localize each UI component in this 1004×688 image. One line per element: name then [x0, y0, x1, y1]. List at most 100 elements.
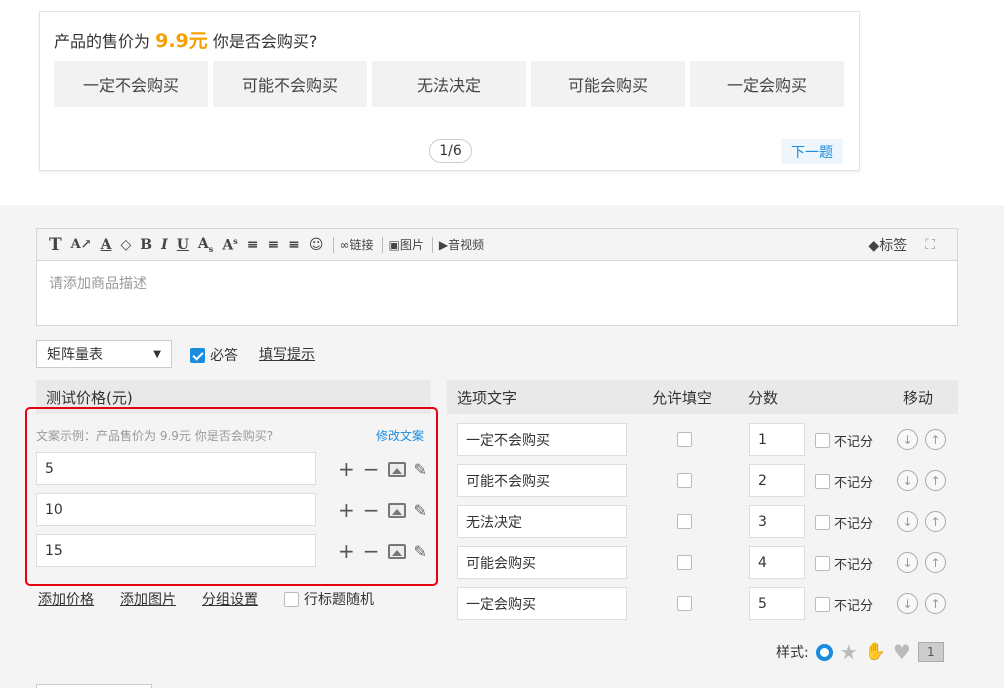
- allow-fill-checkbox[interactable]: [677, 596, 692, 611]
- radio-style-icon[interactable]: [815, 643, 833, 661]
- emoji-icon[interactable]: ☺: [309, 237, 324, 253]
- no-score-checkbox[interactable]: [815, 433, 830, 448]
- row-random-label: 行标题随机: [304, 592, 374, 608]
- required-checkbox[interactable]: [190, 347, 205, 363]
- no-score-group[interactable]: 不记分: [815, 595, 873, 614]
- row-random-group[interactable]: 行标题随机: [284, 589, 374, 609]
- highlight-icon[interactable]: ◇: [121, 237, 132, 253]
- font-color-icon[interactable]: A: [101, 237, 112, 253]
- font-size-icon[interactable]: A↗: [71, 237, 92, 252]
- option-text-input[interactable]: 可能会购买: [457, 546, 627, 579]
- next-field-stub: [36, 684, 152, 688]
- align-right-icon[interactable]: ≡: [288, 237, 300, 253]
- move-up-icon[interactable]: ↑: [925, 429, 946, 450]
- remove-row-icon[interactable]: −: [363, 539, 380, 563]
- underline-icon[interactable]: U: [177, 237, 189, 253]
- preview-option[interactable]: 可能不会购买: [213, 61, 367, 107]
- edit-copy-link[interactable]: 修改文案: [376, 427, 424, 444]
- image-icon[interactable]: [387, 502, 406, 518]
- add-row-icon[interactable]: +: [338, 539, 355, 563]
- question-title: 产品的售价为 9.9元 你是否会购买?: [54, 26, 317, 53]
- image-label: 图片: [399, 238, 424, 252]
- number-style-icon[interactable]: 1: [917, 642, 944, 662]
- preview-option[interactable]: 一定不会购买: [54, 61, 208, 107]
- score-input[interactable]: 3: [749, 505, 805, 538]
- tag-button[interactable]: ◆标签: [868, 235, 907, 255]
- required-checkbox-group[interactable]: 必答: [190, 345, 238, 365]
- price-row-tools: + − ✎: [338, 498, 427, 522]
- no-score-checkbox[interactable]: [815, 597, 830, 612]
- option-text-input[interactable]: 一定会购买: [457, 587, 627, 620]
- group-settings-link[interactable]: 分组设置: [202, 589, 258, 609]
- link-label: 链接: [349, 238, 374, 252]
- score-input[interactable]: 2: [749, 464, 805, 497]
- allow-fill-checkbox[interactable]: [677, 432, 692, 447]
- score-input[interactable]: 4: [749, 546, 805, 579]
- row-random-checkbox[interactable]: [284, 591, 299, 607]
- link-button[interactable]: ∞链接: [340, 236, 374, 253]
- edit-icon[interactable]: ✎: [414, 460, 427, 479]
- image-button[interactable]: ▣图片: [389, 236, 424, 253]
- video-button[interactable]: ▶音视频: [439, 236, 484, 253]
- preview-option[interactable]: 一定会购买: [690, 61, 844, 107]
- move-up-icon[interactable]: ↑: [925, 470, 946, 491]
- preview-option[interactable]: 无法决定: [372, 61, 526, 107]
- thumb-style-icon[interactable]: ✋: [865, 642, 886, 662]
- align-center-icon[interactable]: ≡: [267, 237, 279, 253]
- price-input[interactable]: 15: [36, 534, 316, 567]
- subscript-icon[interactable]: As: [198, 236, 213, 254]
- bold-icon[interactable]: B: [140, 237, 152, 253]
- align-left-icon[interactable]: ≡: [247, 237, 259, 253]
- superscript-icon[interactable]: As: [222, 236, 237, 254]
- move-down-icon[interactable]: ↓: [897, 511, 918, 532]
- add-row-icon[interactable]: +: [338, 457, 355, 481]
- remove-row-icon[interactable]: −: [363, 498, 380, 522]
- image-icon[interactable]: [387, 461, 406, 477]
- no-score-group[interactable]: 不记分: [815, 554, 873, 573]
- move-up-icon[interactable]: ↑: [925, 511, 946, 532]
- no-score-group[interactable]: 不记分: [815, 513, 873, 532]
- no-score-checkbox[interactable]: [815, 515, 830, 530]
- edit-icon[interactable]: ✎: [414, 501, 427, 520]
- tag-label: 标签: [879, 238, 908, 254]
- description-editor[interactable]: 请添加商品描述: [36, 261, 958, 326]
- allow-fill-checkbox[interactable]: [677, 514, 692, 529]
- next-question-button[interactable]: 下一题: [781, 139, 843, 164]
- allow-fill-checkbox[interactable]: [677, 555, 692, 570]
- add-price-link[interactable]: 添加价格: [38, 589, 94, 609]
- option-text-input[interactable]: 无法决定: [457, 505, 627, 538]
- fullscreen-icon[interactable]: ⛶: [925, 237, 935, 253]
- option-text-input[interactable]: 一定不会购买: [457, 423, 627, 456]
- score-input[interactable]: 1: [749, 423, 805, 456]
- move-down-icon[interactable]: ↓: [897, 429, 918, 450]
- image-icon[interactable]: [387, 543, 406, 559]
- text-format-icon[interactable]: T: [49, 235, 62, 255]
- price-input[interactable]: 5: [36, 452, 316, 485]
- link-icon: ∞: [339, 238, 350, 252]
- video-label: 音视频: [448, 238, 485, 252]
- question-type-select[interactable]: 矩阵量表 ▼: [36, 340, 172, 368]
- score-input[interactable]: 5: [749, 587, 805, 620]
- heart-style-icon[interactable]: ♥: [893, 640, 911, 664]
- fill-hint-link[interactable]: 填写提示: [259, 344, 315, 364]
- move-up-icon[interactable]: ↑: [925, 593, 946, 614]
- star-style-icon[interactable]: ★: [840, 640, 858, 664]
- move-down-icon[interactable]: ↓: [897, 593, 918, 614]
- move-down-icon[interactable]: ↓: [897, 470, 918, 491]
- preview-option[interactable]: 可能会购买: [531, 61, 685, 107]
- allow-fill-checkbox[interactable]: [677, 473, 692, 488]
- add-image-link[interactable]: 添加图片: [120, 589, 176, 609]
- no-score-group[interactable]: 不记分: [815, 431, 873, 450]
- price-input[interactable]: 10: [36, 493, 316, 526]
- edit-icon[interactable]: ✎: [414, 542, 427, 561]
- style-selector: 样式: ★ ✋ ♥ 1: [776, 640, 944, 664]
- remove-row-icon[interactable]: −: [363, 457, 380, 481]
- no-score-checkbox[interactable]: [815, 474, 830, 489]
- move-up-icon[interactable]: ↑: [925, 552, 946, 573]
- italic-icon[interactable]: I: [161, 237, 168, 253]
- no-score-checkbox[interactable]: [815, 556, 830, 571]
- add-row-icon[interactable]: +: [338, 498, 355, 522]
- no-score-group[interactable]: 不记分: [815, 472, 873, 491]
- move-down-icon[interactable]: ↓: [897, 552, 918, 573]
- option-text-input[interactable]: 可能不会购买: [457, 464, 627, 497]
